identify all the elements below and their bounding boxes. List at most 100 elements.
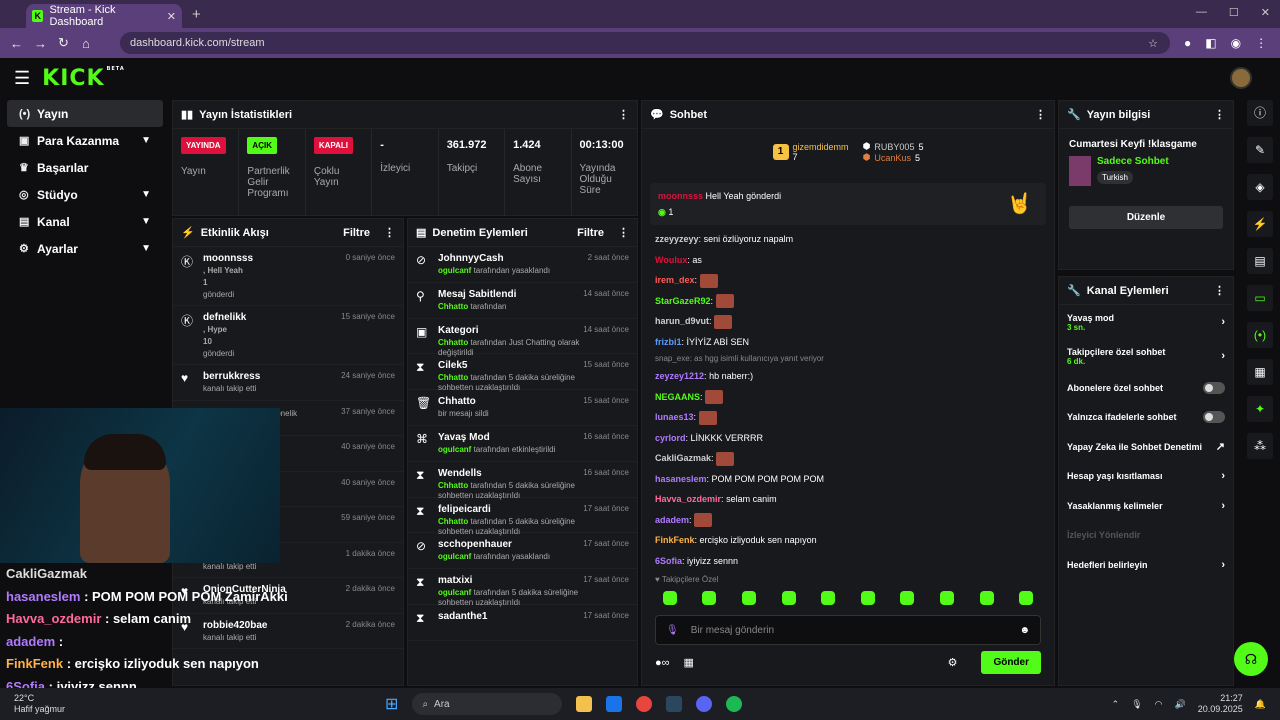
mod-target[interactable]: Yavaş Mod	[438, 432, 583, 443]
forward-icon[interactable]: →	[34, 36, 58, 51]
close-tab-icon[interactable]: ✕	[167, 10, 176, 23]
emote-icon[interactable]	[821, 591, 836, 605]
channel-action-8[interactable]: Hedefleri belirleyin ›	[1059, 550, 1233, 580]
headset-support-icon[interactable]: ☊	[1234, 642, 1268, 676]
chat-username[interactable]: irem_dex	[655, 275, 695, 285]
chat-username[interactable]: zzeyyzeyy	[655, 234, 699, 244]
discord-icon[interactable]	[696, 696, 713, 712]
profile-icon[interactable]: ◉	[1231, 36, 1241, 50]
close-window-icon[interactable]: ✕	[1261, 6, 1270, 19]
chat-username[interactable]: FinkFenk	[655, 535, 695, 545]
gear-icon[interactable]: ⚙	[948, 656, 958, 669]
dots-icon[interactable]: ⁂	[1247, 433, 1273, 459]
browser-tab[interactable]: K Stream - Kick Dashboard ✕	[26, 4, 182, 28]
chat-icon[interactable]: ▭	[1247, 285, 1273, 311]
chat-username[interactable]: NEGAANS	[655, 392, 700, 402]
wrench-icon[interactable]: ✦	[1247, 396, 1273, 422]
sidebar-item-studyo[interactable]: ◎ Stüdyo ▼	[7, 181, 163, 208]
mod-actor[interactable]: Chhatto	[438, 517, 468, 526]
event-user[interactable]: berrukkress	[203, 371, 341, 382]
channel-action-1[interactable]: Takipçilere özel sohbet 6 dk. ›	[1059, 339, 1233, 373]
emote-icon[interactable]	[1019, 591, 1034, 605]
channel-action-5[interactable]: Hesap yaşı kısıtlaması ›	[1059, 462, 1233, 492]
sidebar-item-ayarlar[interactable]: ⚙ Ayarlar ▼	[7, 235, 163, 262]
channel-action-3[interactable]: Yalnızca ifadelerle sohbet	[1059, 403, 1233, 433]
outlook-icon[interactable]	[606, 696, 623, 712]
dots-icon[interactable]: ●∞	[655, 657, 670, 669]
camera-icon[interactable]: ◈	[1247, 174, 1273, 200]
chat-username[interactable]: Woulux	[655, 255, 687, 265]
mod-actor[interactable]: Chhatto	[438, 302, 468, 311]
toggle-switch[interactable]	[1203, 381, 1225, 394]
mod-target[interactable]: JohnnyyCash	[438, 253, 588, 264]
chat-username[interactable]: StarGazeR92	[655, 296, 711, 306]
mod-target[interactable]: Kategori	[438, 325, 583, 336]
menu-dots-icon[interactable]: ⋮	[1255, 36, 1267, 50]
leader-name[interactable]: UcanKus	[874, 153, 911, 163]
emote-icon[interactable]	[939, 591, 954, 605]
spotify-icon[interactable]	[726, 696, 743, 712]
store-icon[interactable]: ▦	[684, 656, 694, 669]
filter-button[interactable]: Filtre	[577, 227, 604, 239]
minimize-icon[interactable]: —	[1196, 6, 1207, 19]
mod-actor[interactable]: Chhatto	[438, 481, 468, 490]
pinned-user[interactable]: moonnsss	[658, 191, 703, 201]
chat-username[interactable]: CakliGazmak	[655, 453, 711, 463]
mod-target[interactable]: matxixi	[438, 575, 583, 586]
file-explorer-icon[interactable]	[576, 696, 593, 712]
user-avatar[interactable]	[1230, 67, 1252, 89]
send-button[interactable]: Gönder	[981, 651, 1041, 674]
url-field[interactable]: dashboard.kick.com/stream ☆	[120, 32, 1170, 54]
sidebar-item-yayin[interactable]: (•) Yayın	[7, 100, 163, 127]
filter-button[interactable]: Filtre	[343, 227, 370, 239]
maximize-icon[interactable]: ☐	[1229, 6, 1239, 19]
mod-target[interactable]: scchopenhauer	[438, 539, 583, 550]
lightning-icon[interactable]: ⚡	[1247, 211, 1273, 237]
more-options-icon[interactable]: ⋮	[1214, 108, 1225, 121]
broadcast-icon[interactable]: (•)	[1247, 322, 1273, 348]
sidebar-item-basarilar[interactable]: ♛ Başarılar	[7, 154, 163, 181]
mod-actor[interactable]: ogulcanf	[438, 266, 471, 275]
emote-icon[interactable]	[702, 591, 717, 605]
mod-actor[interactable]: Chhatto	[438, 373, 468, 382]
mod-actor[interactable]: ogulcanf	[438, 588, 471, 597]
chat-username[interactable]: hasaneslem	[655, 474, 707, 484]
sidebar-item-para-kazanma[interactable]: ▣ Para Kazanma ▼	[7, 127, 163, 154]
emote-icon[interactable]	[900, 591, 915, 605]
channel-action-4[interactable]: Yapay Zeka ile Sohbet Denetimi ↗	[1059, 432, 1233, 462]
back-icon[interactable]: ←	[10, 36, 34, 51]
mod-target[interactable]: Wendells	[438, 468, 583, 479]
hamburger-menu-icon[interactable]: ☰	[14, 68, 30, 89]
clock[interactable]: 21:27 20.09.2025	[1198, 693, 1243, 715]
chat-input[interactable]: 🎙 Bir mesaj gönderin ☻	[655, 615, 1041, 645]
chat-username[interactable]: frizbi1	[655, 337, 682, 347]
layout-icon[interactable]: ▦	[1247, 359, 1273, 385]
category-name[interactable]: Sadece Sohbet	[1097, 156, 1169, 167]
document-icon[interactable]: ▤	[1247, 248, 1273, 274]
extension-icon[interactable]: ●	[1184, 36, 1191, 50]
mod-actor[interactable]: Chhatto	[438, 338, 468, 347]
more-options-icon[interactable]: ⋮	[618, 108, 629, 121]
emoji-icon[interactable]: ☻	[1019, 625, 1030, 636]
volume-icon[interactable]: 🔊	[1175, 699, 1186, 710]
leader-name[interactable]: RUBY005	[874, 142, 914, 152]
more-options-icon[interactable]: ⋮	[1035, 108, 1046, 121]
leader-name[interactable]: gizemdidemm	[793, 142, 849, 152]
notification-icon[interactable]: 🔔	[1255, 699, 1266, 710]
channel-action-2[interactable]: Abonelere özel sohbet	[1059, 373, 1233, 403]
mod-actor[interactable]: ogulcanf	[438, 445, 471, 454]
emote-icon[interactable]	[741, 591, 756, 605]
chat-username[interactable]: harun_d9vut	[655, 316, 709, 326]
reload-icon[interactable]: ↻	[58, 35, 82, 51]
chat-username[interactable]: zeyzey1212	[655, 371, 704, 381]
mod-target[interactable]: sadanthe1	[438, 611, 583, 622]
edit-button[interactable]: Düzenle	[1069, 206, 1223, 229]
chrome-icon[interactable]	[636, 696, 653, 712]
kick-logo[interactable]: KICK BETA	[42, 66, 125, 91]
new-tab-icon[interactable]: +	[192, 6, 201, 23]
chat-username[interactable]: cyrlord	[655, 433, 686, 443]
chat-username[interactable]: 6Sofia	[655, 556, 682, 566]
channel-action-6[interactable]: Yasaklanmış kelimeler ›	[1059, 491, 1233, 521]
info-icon[interactable]: ⓘ	[1247, 100, 1273, 126]
mod-actor[interactable]: ogulcanf	[438, 552, 471, 561]
